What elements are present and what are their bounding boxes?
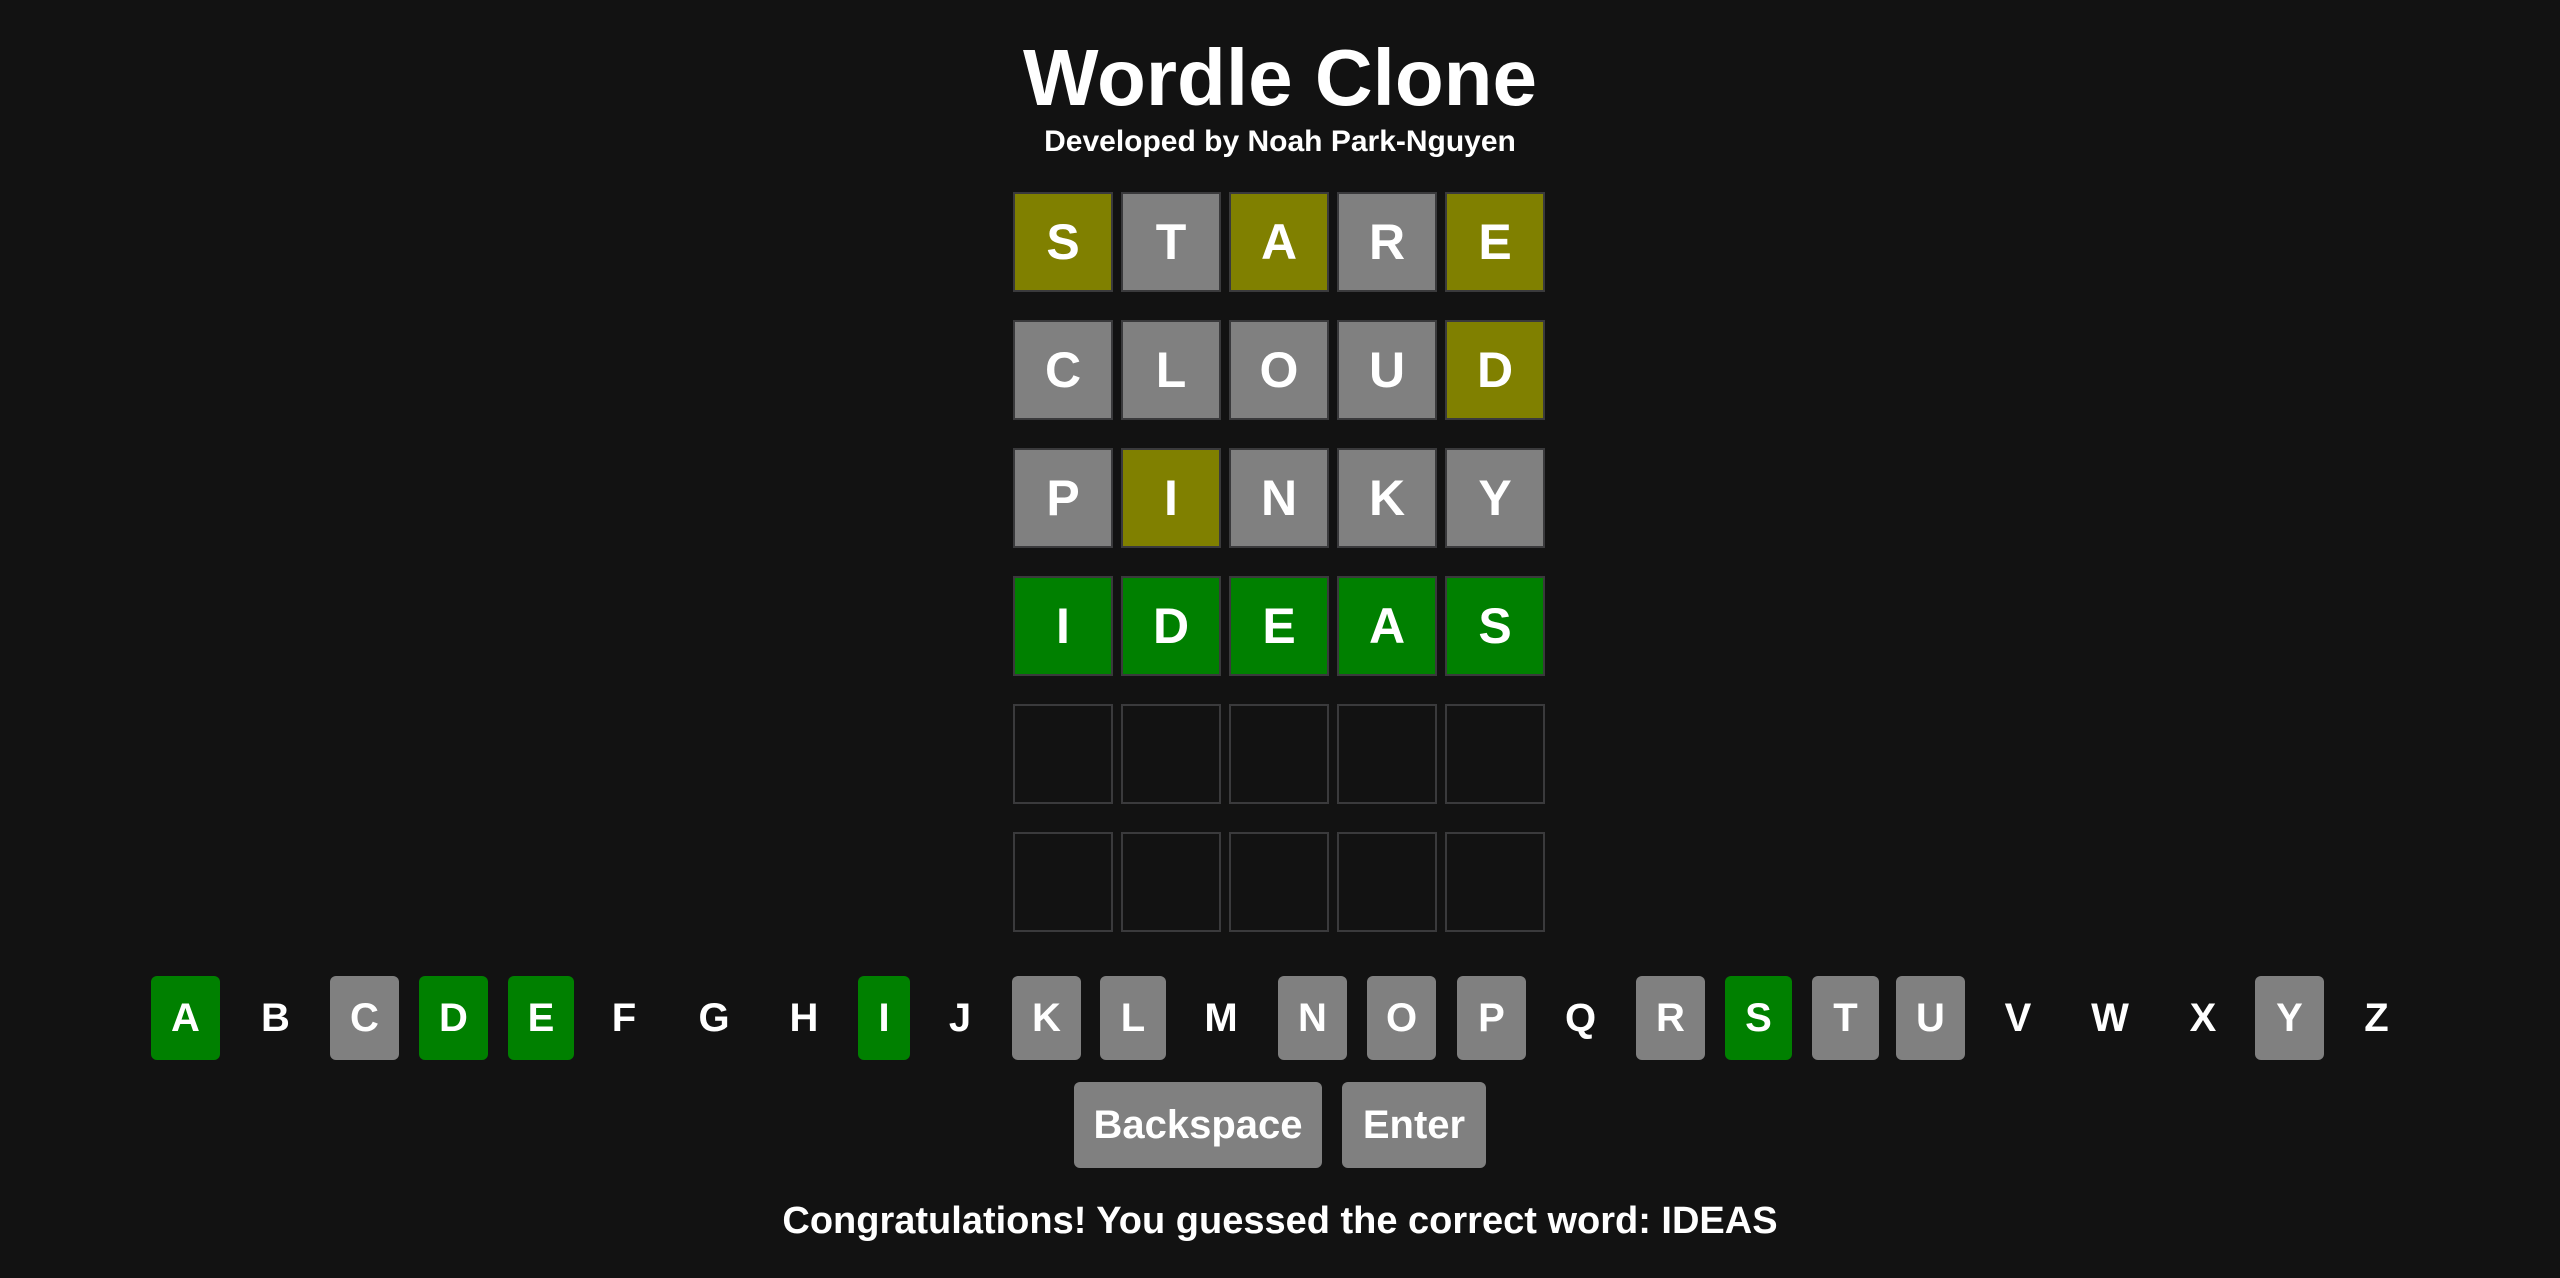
board-tile: E [1229,576,1329,676]
board-tile [1013,832,1113,932]
key-f[interactable]: F [595,976,653,1060]
key-o[interactable]: O [1367,976,1436,1060]
board-tile: D [1121,576,1221,676]
board-tile: C [1013,320,1113,420]
board-row-6 [1013,832,1547,932]
board-tile [1337,704,1437,804]
board-tile: P [1013,448,1113,548]
key-v[interactable]: V [1983,976,2053,1060]
board-tile [1013,704,1113,804]
board-tile [1229,704,1329,804]
backspace-button[interactable]: Backspace [1074,1082,1322,1168]
key-e[interactable]: E [508,976,574,1060]
board-tile: Y [1445,448,1545,548]
key-l[interactable]: L [1100,976,1166,1060]
keyboard: A B C D E F G H I J K L M N O P Q R S T … [0,976,2560,1060]
board-tile: L [1121,320,1221,420]
board-tile: S [1445,576,1545,676]
board-tile: N [1229,448,1329,548]
board-tile [1229,832,1329,932]
key-i[interactable]: I [858,976,910,1060]
key-w[interactable]: W [2072,976,2148,1060]
board-row-4: I D E A S [1013,576,1547,676]
key-p[interactable]: P [1457,976,1526,1060]
board-tile: T [1121,192,1221,292]
key-c[interactable]: C [330,976,399,1060]
board-tile: D [1445,320,1545,420]
key-g[interactable]: G [680,976,748,1060]
board-tile: A [1337,576,1437,676]
key-h[interactable]: H [770,976,838,1060]
page-title: Wordle Clone [1022,33,1538,122]
keyboard-actions: Backspace Enter [0,1082,2560,1168]
board-tile [1445,832,1545,932]
enter-button[interactable]: Enter [1342,1082,1486,1168]
key-d[interactable]: D [419,976,488,1060]
board-tile: K [1337,448,1437,548]
key-s[interactable]: S [1725,976,1792,1060]
key-r[interactable]: R [1636,976,1705,1060]
board-row-2: C L O U D [1013,320,1547,420]
board-tile: U [1337,320,1437,420]
board-tile [1121,832,1221,932]
board-row-1: S T A R E [1013,192,1547,292]
key-y[interactable]: Y [2255,976,2324,1060]
key-z[interactable]: Z [2342,976,2411,1060]
board-tile [1445,704,1545,804]
board-row-5 [1013,704,1547,804]
board-tile [1121,704,1221,804]
board-tile: O [1229,320,1329,420]
key-n[interactable]: N [1278,976,1347,1060]
board-tile: E [1445,192,1545,292]
page-subtitle: Developed by Noah Park-Nguyen [1044,125,1516,158]
key-b[interactable]: B [241,976,310,1060]
board-tile: A [1229,192,1329,292]
board-tile: I [1121,448,1221,548]
board-tile: S [1013,192,1113,292]
key-x[interactable]: X [2168,976,2238,1060]
key-a[interactable]: A [151,976,220,1060]
key-k[interactable]: K [1012,976,1081,1060]
key-u[interactable]: U [1896,976,1965,1060]
board-tile: R [1337,192,1437,292]
board-row-3: P I N K Y [1013,448,1547,548]
key-q[interactable]: Q [1546,976,1615,1060]
status-message: Congratulations! You guessed the correct… [782,1200,1778,1242]
game-board: S T A R E C L O U D P I N K Y I D E A S [1013,192,1547,932]
key-m[interactable]: M [1186,976,1256,1060]
board-tile [1337,832,1437,932]
key-t[interactable]: T [1812,976,1879,1060]
key-j[interactable]: J [934,976,986,1060]
board-tile: I [1013,576,1113,676]
